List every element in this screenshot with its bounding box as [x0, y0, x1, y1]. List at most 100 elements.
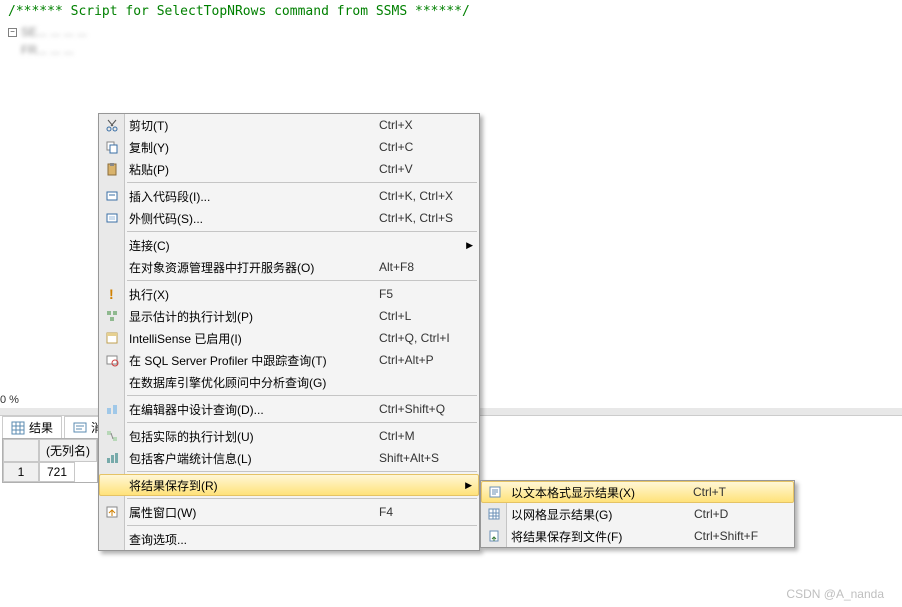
execute-icon: !: [104, 286, 120, 302]
menu-label: 包括客户端统计信息(L): [129, 450, 339, 467]
menu-label: 将结果保存到(R): [129, 477, 338, 494]
menu-shortcut: Ctrl+X: [379, 118, 469, 132]
menu-item[interactable]: 剪切(T) Ctrl+X: [99, 114, 479, 136]
menu-label: IntelliSense 已启用(I): [129, 330, 339, 347]
menu-shortcut: Ctrl+K, Ctrl+X: [379, 189, 469, 203]
menu-shortcut: Ctrl+Q, Ctrl+I: [379, 331, 469, 345]
plan-icon: [104, 308, 120, 324]
menu-item[interactable]: 显示估计的执行计划(P) Ctrl+L: [99, 305, 479, 327]
code-line: − SE... ... ... ...: [0, 23, 902, 41]
menu-separator: [127, 182, 477, 183]
menu-item[interactable]: 将结果保存到文件(F) Ctrl+Shift+F: [481, 525, 794, 547]
grid-icon: [11, 421, 25, 435]
menu-label: 剪切(T): [129, 117, 339, 134]
design-icon: [104, 401, 120, 417]
stats-icon: [104, 450, 120, 466]
menu-shortcut: Ctrl+T: [693, 485, 783, 499]
menu-item[interactable]: 在对象资源管理器中打开服务器(O) Alt+F8: [99, 256, 479, 278]
actualplan-icon: [104, 428, 120, 444]
menu-label: 在 SQL Server Profiler 中跟踪查询(T): [129, 352, 339, 369]
menu-item[interactable]: 属性窗口(W) F4: [99, 501, 479, 523]
code-line: FR... ... ...: [0, 41, 902, 59]
cell-value[interactable]: 721: [39, 462, 75, 482]
menu-label: 显示估计的执行计划(P): [129, 308, 339, 325]
paste-icon: [104, 161, 120, 177]
menu-separator: [127, 422, 477, 423]
menu-item[interactable]: 在数据库引擎优化顾问中分析查询(G): [99, 371, 479, 393]
menu-shortcut: Ctrl+M: [379, 429, 469, 443]
menu-item[interactable]: 包括实际的执行计划(U) Ctrl+M: [99, 425, 479, 447]
blurred-code: FR... ... ...: [21, 43, 74, 57]
menu-item[interactable]: 查询选项...: [99, 528, 479, 550]
menu-shortcut: Ctrl+V: [379, 162, 469, 176]
menu-shortcut: Ctrl+Shift+Q: [379, 402, 469, 416]
menu-shortcut: Alt+F8: [379, 260, 469, 274]
menu-item[interactable]: !执行(X)F5: [99, 283, 479, 305]
menu-separator: [127, 525, 477, 526]
menu-item[interactable]: 在 SQL Server Profiler 中跟踪查询(T) Ctrl+Alt+P: [99, 349, 479, 371]
row-number[interactable]: 1: [3, 462, 39, 482]
menu-label: 查询选项...: [129, 531, 339, 548]
menu-item[interactable]: 外侧代码(S)...Ctrl+K, Ctrl+S: [99, 207, 479, 229]
blurred-code: SE... ... ... ...: [21, 25, 87, 39]
menu-shortcut: Ctrl+L: [379, 309, 469, 323]
svg-text:!: !: [109, 287, 114, 301]
snippet-icon: [104, 188, 120, 204]
menu-label: 将结果保存到文件(F): [511, 528, 654, 545]
cut-icon: [104, 117, 120, 133]
menu-shortcut: Ctrl+Alt+P: [379, 353, 469, 367]
menu-shortcut: Ctrl+D: [694, 507, 784, 521]
menu-shortcut: Ctrl+Shift+F: [694, 529, 784, 543]
menu-separator: [127, 280, 477, 281]
menu-shortcut: F4: [379, 505, 469, 519]
menu-separator: [127, 498, 477, 499]
menu-label: 属性窗口(W): [129, 504, 339, 521]
submenu-arrow-icon: ▶: [465, 480, 472, 491]
menu-label: 粘贴(P): [129, 161, 339, 178]
file-result-icon: [486, 528, 502, 544]
menu-item[interactable]: 复制(Y) Ctrl+C: [99, 136, 479, 158]
menu-item[interactable]: 在编辑器中设计查询(D)... Ctrl+Shift+Q: [99, 398, 479, 420]
menu-item[interactable]: 连接(C) ▶: [99, 234, 479, 256]
menu-separator: [127, 231, 477, 232]
menu-item[interactable]: IntelliSense 已启用(I) Ctrl+Q, Ctrl+I: [99, 327, 479, 349]
menu-label: 包括实际的执行计划(U): [129, 428, 339, 445]
menu-item[interactable]: 插入代码段(I)... Ctrl+K, Ctrl+X: [99, 185, 479, 207]
menu-label: 外侧代码(S)...: [129, 210, 339, 227]
intellisense-icon: [104, 330, 120, 346]
menu-item[interactable]: 粘贴(P) Ctrl+V: [99, 158, 479, 180]
tab-results[interactable]: 结果: [2, 416, 62, 438]
menu-item[interactable]: 以网格显示结果(G) Ctrl+D: [481, 503, 794, 525]
sql-comment: /****** Script for SelectTopNRows comman…: [0, 0, 902, 23]
menu-label: 复制(Y): [129, 139, 339, 156]
menu-item[interactable]: 包括客户端统计信息(L) Shift+Alt+S: [99, 447, 479, 469]
message-icon: [73, 421, 87, 435]
menu-item[interactable]: 以文本格式显示结果(X) Ctrl+T: [481, 481, 794, 503]
context-menu: 剪切(T) Ctrl+X 复制(Y) Ctrl+C 粘贴(P) Ctrl+V 插入代码段(I…: [98, 113, 480, 551]
menu-shortcut: F5: [379, 287, 469, 301]
text-result-icon: [487, 484, 503, 500]
menu-item[interactable]: 将结果保存到(R) ▶: [99, 474, 479, 496]
menu-label: 连接(C): [129, 237, 339, 254]
watermark: CSDN @A_nanda: [786, 587, 884, 601]
menu-label: 在编辑器中设计查询(D)...: [129, 401, 339, 418]
menu-shortcut: Shift+Alt+S: [379, 451, 469, 465]
results-grid[interactable]: (无列名) 1 721: [2, 438, 98, 483]
menu-separator: [127, 395, 477, 396]
copy-icon: [104, 139, 120, 155]
menu-separator: [127, 471, 477, 472]
submenu-results-to: 以文本格式显示结果(X) Ctrl+T 以网格显示结果(G) Ctrl+D 将结果保存到…: [480, 480, 795, 548]
submenu-arrow-icon: ▶: [466, 240, 473, 251]
collapse-icon[interactable]: −: [8, 28, 17, 37]
menu-label: 以网格显示结果(G): [511, 506, 654, 523]
menu-label: 在对象资源管理器中打开服务器(O): [129, 259, 339, 276]
properties-icon: [104, 504, 120, 520]
surround-icon: [104, 210, 120, 226]
menu-label: 插入代码段(I)...: [129, 188, 339, 205]
grid-result-icon: [486, 506, 502, 522]
menu-label: 以文本格式显示结果(X): [511, 484, 653, 501]
menu-shortcut: Ctrl+C: [379, 140, 469, 154]
profiler-icon: [104, 352, 120, 368]
zoom-percent: 0 %: [0, 394, 19, 406]
column-header[interactable]: (无列名): [39, 439, 97, 462]
